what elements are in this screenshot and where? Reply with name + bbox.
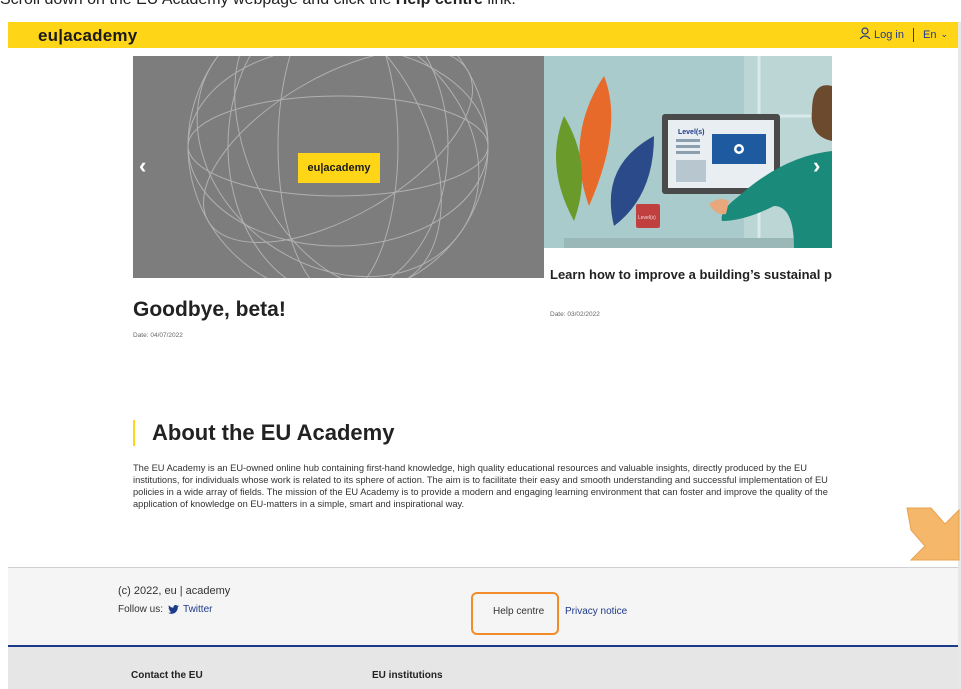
pointer-arrow-icon (905, 500, 961, 575)
copyright-text: (c) 2022, eu | academy (118, 585, 231, 597)
footer-bottom (8, 645, 958, 689)
about-heading: About the EU Academy (152, 420, 395, 445)
login-link[interactable]: Log in (874, 29, 904, 41)
task-instruction: Scroll down on the EU Academy webpage an… (0, 0, 961, 11)
top-nav: Log in En ⌄ (859, 27, 948, 42)
carousel-next-arrow[interactable]: › (813, 153, 820, 179)
contact-heading[interactable]: Contact the EU (131, 670, 203, 681)
mug-label: Level(s) (638, 215, 656, 221)
twitter-label: Twitter (183, 604, 213, 615)
follow-label: Follow us: (118, 604, 164, 615)
news-date-left: Date: 04/07/2022 (133, 332, 183, 339)
help-centre-link[interactable]: Help centre (493, 606, 544, 617)
screen-label: Level(s) (678, 129, 704, 136)
follow-us: Follow us: Twitter (118, 604, 212, 615)
institutions-heading[interactable]: EU institutions (372, 670, 443, 681)
news-date-right: Date: 03/02/2022 (550, 311, 600, 318)
chevron-down-icon[interactable]: ⌄ (940, 29, 948, 40)
twitter-icon (168, 605, 179, 614)
news-title-sustainability[interactable]: Learn how to improve a building’s sustai… (550, 266, 832, 283)
twitter-link[interactable]: Twitter (168, 604, 212, 615)
news-title-goodbye-beta[interactable]: Goodbye, beta! (133, 298, 286, 322)
carousel-prev-arrow[interactable]: ‹ (139, 153, 146, 179)
nav-divider (912, 27, 914, 42)
user-icon[interactable] (859, 27, 871, 42)
about-accent-bar (133, 420, 135, 446)
about-paragraph: The EU Academy is an EU-owned online hub… (133, 463, 828, 509)
privacy-notice-link[interactable]: Privacy notice (565, 606, 627, 617)
eu-academy-badge: eu|academy (298, 153, 380, 183)
carousel-image-sustainability[interactable]: Level(s) Level(s) (544, 56, 832, 248)
language-selector[interactable]: En (923, 29, 936, 41)
brand-logo[interactable]: eu|academy (38, 26, 137, 46)
top-bar: eu|academy Log in En ⌄ (8, 22, 958, 48)
